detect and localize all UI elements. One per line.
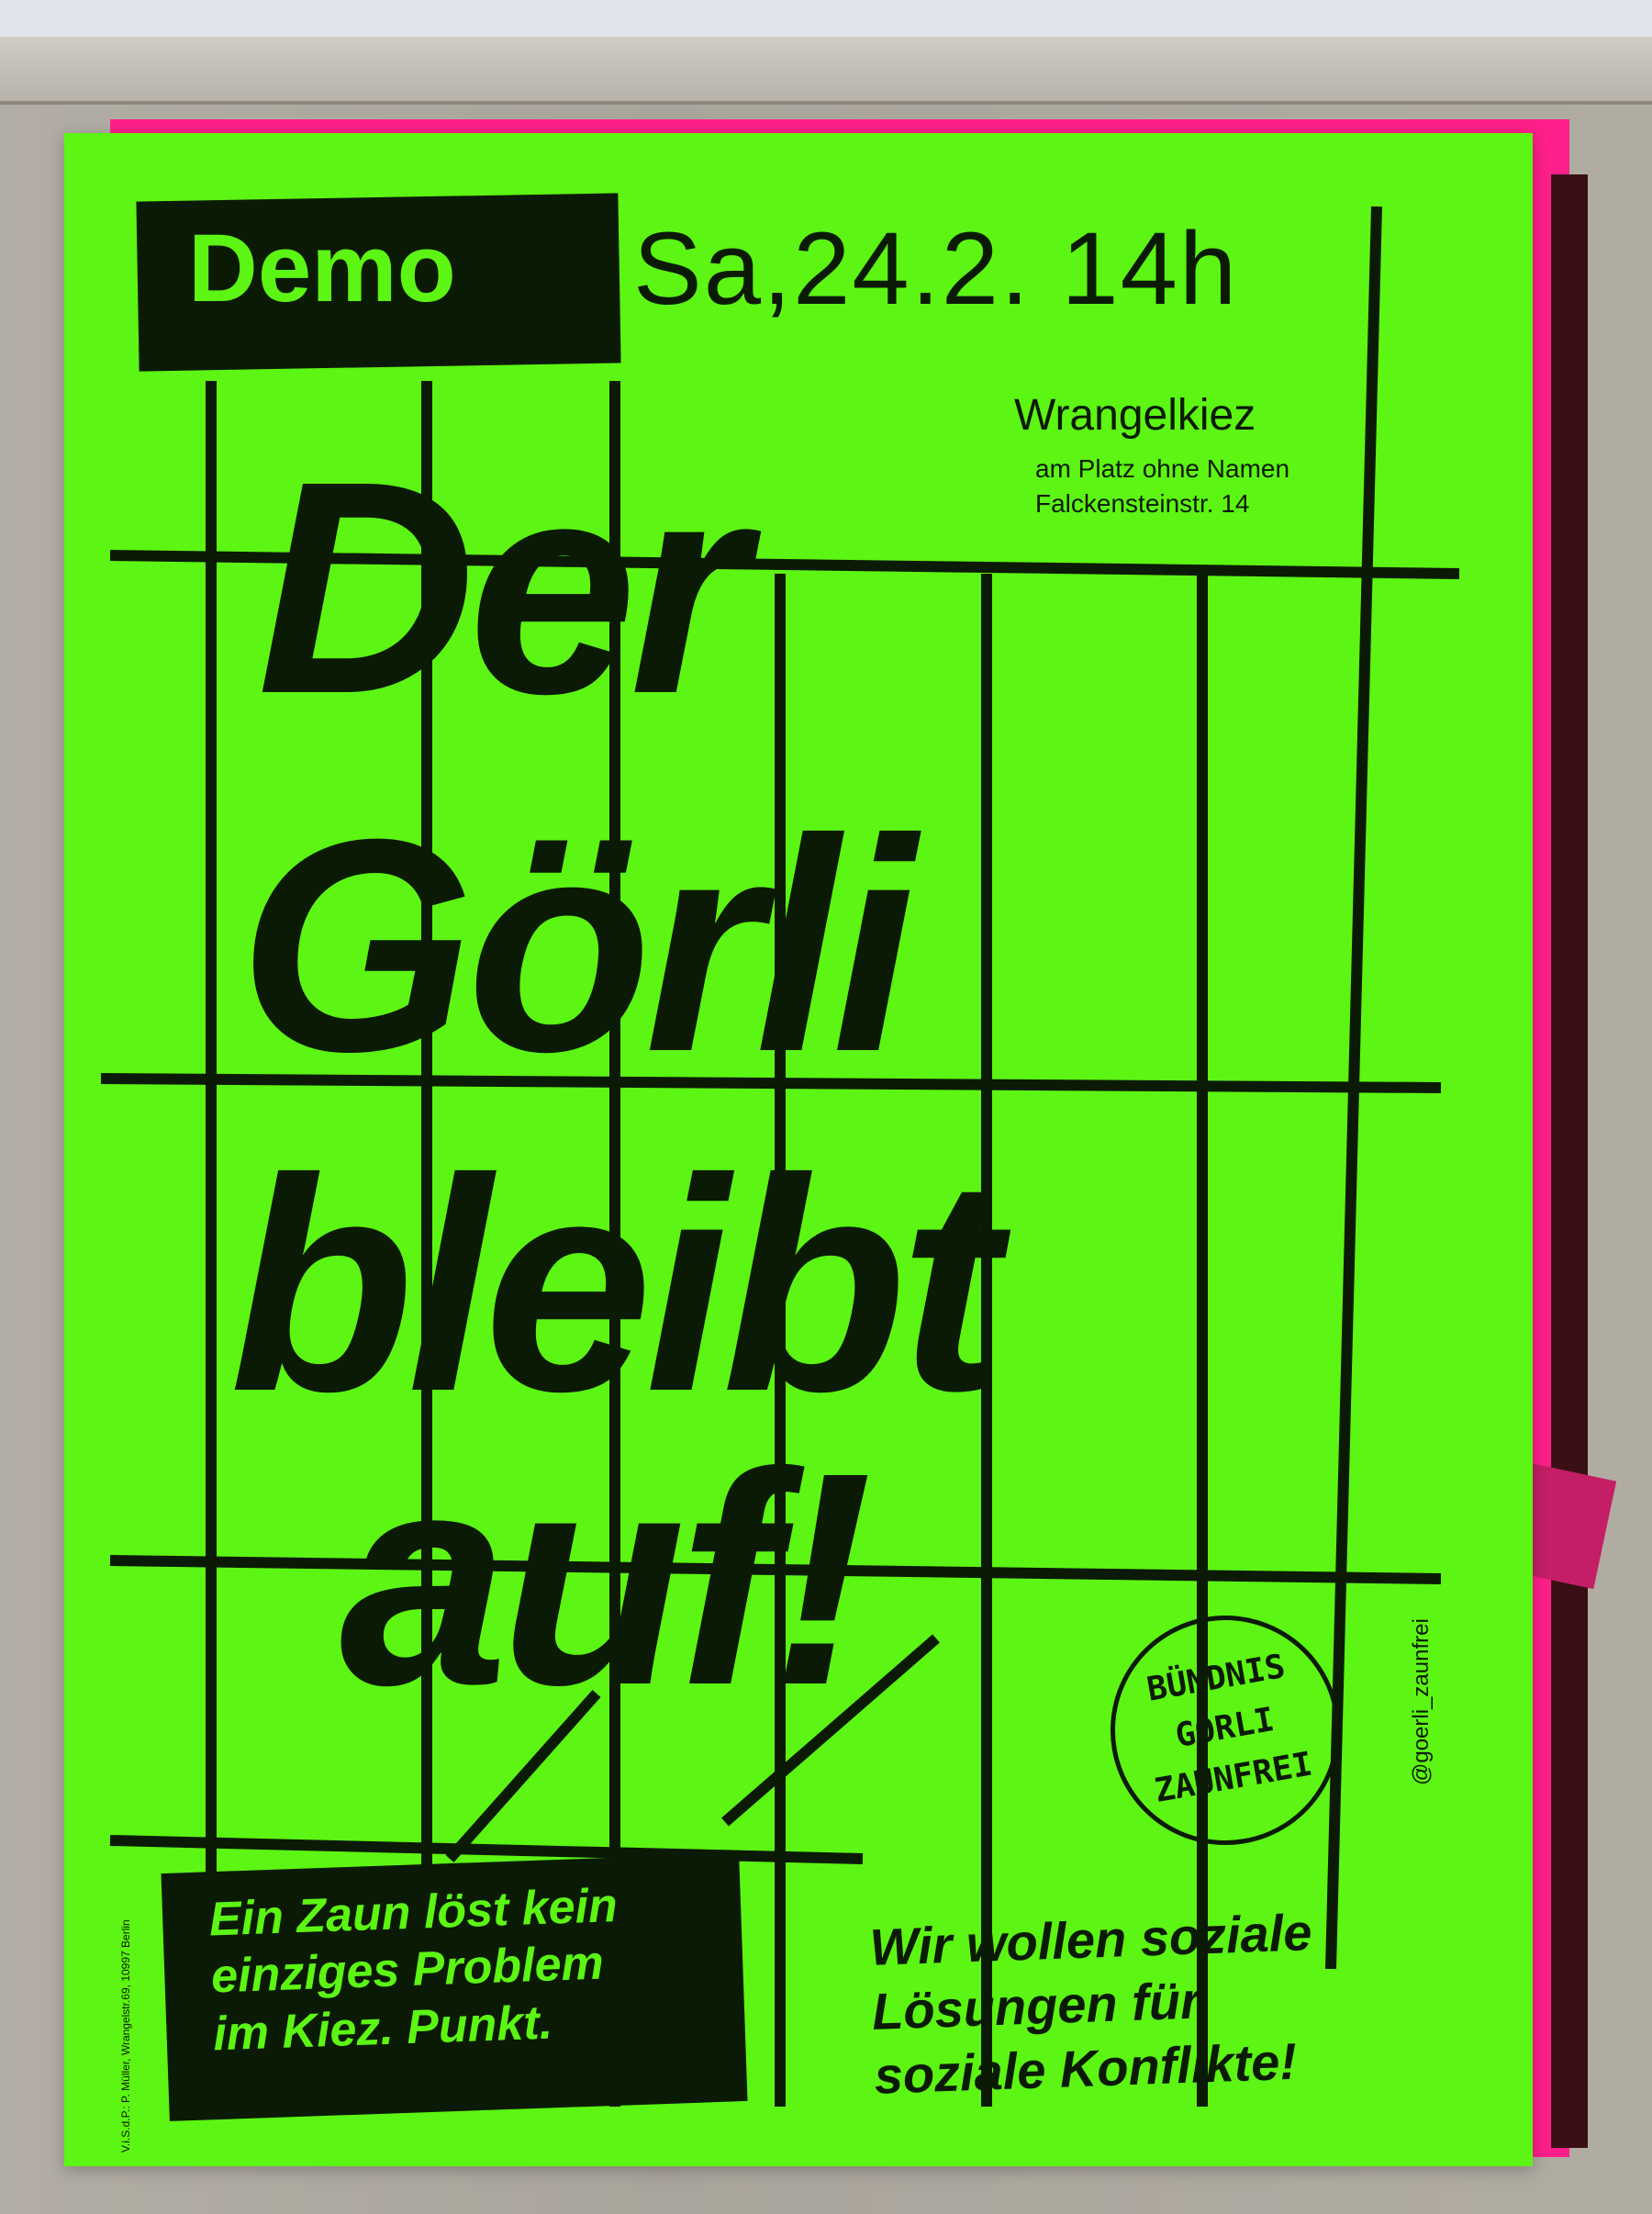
dark-poster-strip [1551,174,1588,2148]
sky-strip [0,0,1652,37]
location-address: Falckensteinstr. 14 [1035,489,1250,518]
green-demo-poster: Demo Sa,24.2. 14h Wrangelkiez am Platz o… [64,133,1533,2166]
slogan-left: Ein Zaun löst kein einziges Problem im K… [208,1873,765,2063]
headline-word-3: bleibt [229,1115,1000,1454]
utility-box-top-edge [0,37,1652,105]
photo-scene: Demo Sa,24.2. 14h Wrangelkiez am Platz o… [0,0,1652,2214]
headline-word-1: Der [257,418,747,756]
headline-word-4: auf! [340,1409,873,1748]
social-handle: @goerli_zaunfrei [1409,1618,1434,1785]
event-date-time: Sa,24.2. 14h [633,211,1239,326]
fence-rail [109,1835,864,1864]
demo-label: Demo [188,215,456,322]
location-place: am Platz ohne Namen [1035,454,1290,483]
slogan-right: Wir wollen soziale Lösungen für soziale … [869,1894,1500,2108]
imprint-text: V.i.S.d.P.: P. Müller, Wrangelstr.69, 10… [119,1919,132,2152]
headline-word-2: Görli [239,776,916,1114]
location-district: Wrangelkiez [1014,391,1256,440]
